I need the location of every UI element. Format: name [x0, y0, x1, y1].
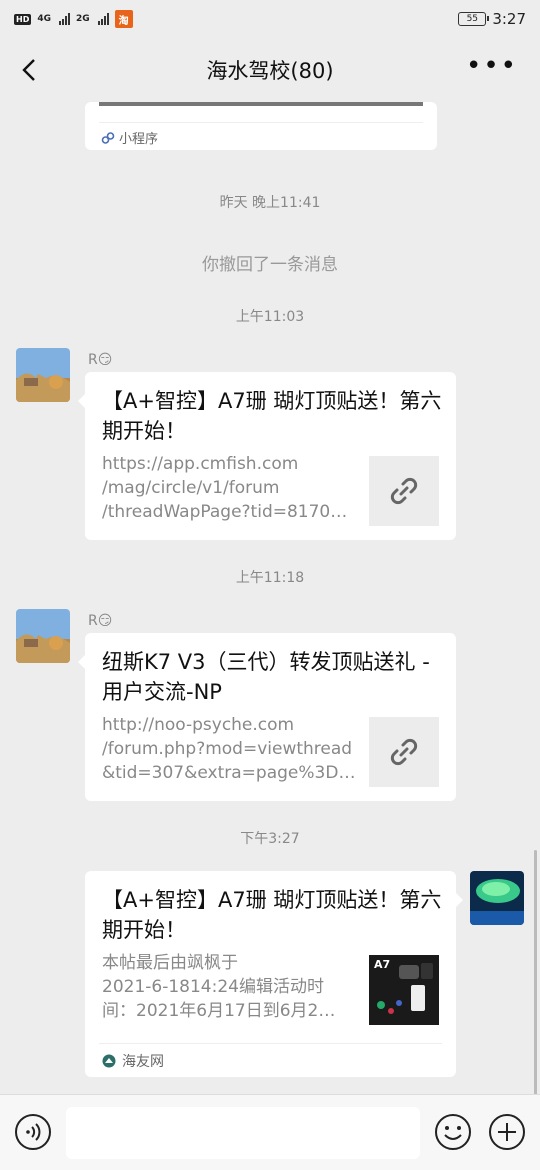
- status-time: 3:27: [492, 10, 526, 28]
- message-input[interactable]: [66, 1107, 420, 1159]
- input-bar: [0, 1094, 540, 1170]
- status-right: 55 3:27: [458, 10, 526, 28]
- message-list[interactable]: 小程序 昨天 晚上11:41 你撤回了一条消息 上午11:03 R😏 【A+智控…: [0, 102, 540, 1094]
- link-desc-line: &tid=307&extra=page%3D…: [102, 763, 356, 783]
- network-4g-label: 4G: [37, 14, 51, 24]
- emoji-icon[interactable]: [434, 1113, 472, 1151]
- link-title: 纽斯K7 V3（三代）转发顶贴送礼 - 用户交流-NP: [102, 650, 430, 704]
- sender-name: R😏: [88, 613, 113, 629]
- mini-program-tag: 小程序: [101, 128, 158, 147]
- link-title: 【A+智控】A7珊 瑚灯顶贴送！第六期开始！: [102, 888, 442, 942]
- link-thumbnail: [369, 456, 439, 526]
- chat-header: 海水驾校(80) •••: [0, 38, 540, 102]
- mini-program-icon: [101, 131, 115, 144]
- divider: [99, 1043, 442, 1044]
- link-desc-line: /mag/circle/v1/forum: [102, 478, 280, 498]
- link-desc-line: 间：2021年6月17日到6月2…: [102, 1001, 336, 1021]
- chat-title: 海水驾校(80): [206, 59, 334, 83]
- signal-icon-2: [97, 13, 109, 25]
- card-image-strip: [99, 102, 423, 106]
- scrollbar[interactable]: [534, 850, 537, 1095]
- hd-badge: HD: [14, 13, 32, 25]
- link-icon: [390, 477, 418, 505]
- timestamp: 昨天 晚上11:41: [219, 195, 321, 211]
- sent-link-card[interactable]: 【A+智控】A7珊 瑚灯顶贴送！第六期开始！ 本帖最后由飒枫于 2021-6-1…: [85, 871, 463, 1077]
- recall-notice: 你撤回了一条消息: [202, 255, 338, 275]
- mini-program-card[interactable]: 小程序: [85, 102, 437, 150]
- network-2g-label: 2G: [76, 14, 90, 24]
- timestamp: 下午3:27: [240, 831, 300, 847]
- link-source-name: 海友网: [122, 1054, 164, 1070]
- back-arrow-icon[interactable]: [16, 56, 44, 84]
- status-bar: HD 4G 2G 淘 55 3:27: [0, 0, 540, 38]
- taobao-notification-icon: 淘: [114, 10, 133, 28]
- timestamp: 上午11:03: [235, 309, 305, 325]
- signal-icon: [59, 13, 70, 25]
- mini-program-label: 小程序: [119, 132, 159, 147]
- plus-icon[interactable]: [488, 1113, 526, 1151]
- link-desc-line: 本帖最后由飒枫于: [102, 953, 238, 973]
- link-card[interactable]: 纽斯K7 V3（三代）转发顶贴送礼 - 用户交流-NP http://noo-p…: [78, 633, 456, 801]
- link-desc-line: /threadWapPage?tid=8170…: [102, 502, 348, 522]
- link-source: 海友网: [102, 1051, 164, 1071]
- link-description: https://app.cmfish.com /mag/circle/v1/fo…: [102, 452, 356, 524]
- link-desc-line: http://noo-psyche.com: [102, 715, 295, 735]
- timestamp: 上午11:18: [235, 570, 305, 586]
- link-icon: [390, 738, 418, 766]
- divider: [99, 122, 423, 123]
- link-description: http://noo-psyche.com /forum.php?mod=vie…: [102, 713, 356, 785]
- link-title: 【A+智控】A7珊 瑚灯顶贴送！第六期开始！: [102, 389, 442, 443]
- link-thumbnail: [369, 717, 439, 787]
- link-desc-line: https://app.cmfish.com: [102, 454, 299, 474]
- sender-name: R😏: [88, 352, 113, 368]
- more-options-button[interactable]: •••: [466, 53, 518, 79]
- thumbnail-label: A7: [374, 958, 391, 971]
- link-desc-line: /forum.php?mod=viewthread: [102, 739, 353, 759]
- avatar[interactable]: [16, 348, 70, 402]
- voice-input-icon[interactable]: [14, 1113, 52, 1151]
- battery-icon: 55: [458, 12, 490, 26]
- my-avatar[interactable]: [470, 871, 524, 925]
- link-description: 本帖最后由飒枫于 2021-6-1814:24编辑活动时 间：2021年6月17…: [102, 951, 356, 1023]
- status-left: HD 4G 2G 淘: [14, 10, 133, 28]
- link-desc-line: 2021-6-1814:24编辑活动时: [102, 977, 324, 997]
- link-card[interactable]: 【A+智控】A7珊 瑚灯顶贴送！第六期开始！ https://app.cmfis…: [78, 372, 456, 540]
- avatar[interactable]: [16, 609, 70, 663]
- site-logo-icon: [102, 1054, 116, 1068]
- link-thumbnail: A7: [369, 955, 439, 1025]
